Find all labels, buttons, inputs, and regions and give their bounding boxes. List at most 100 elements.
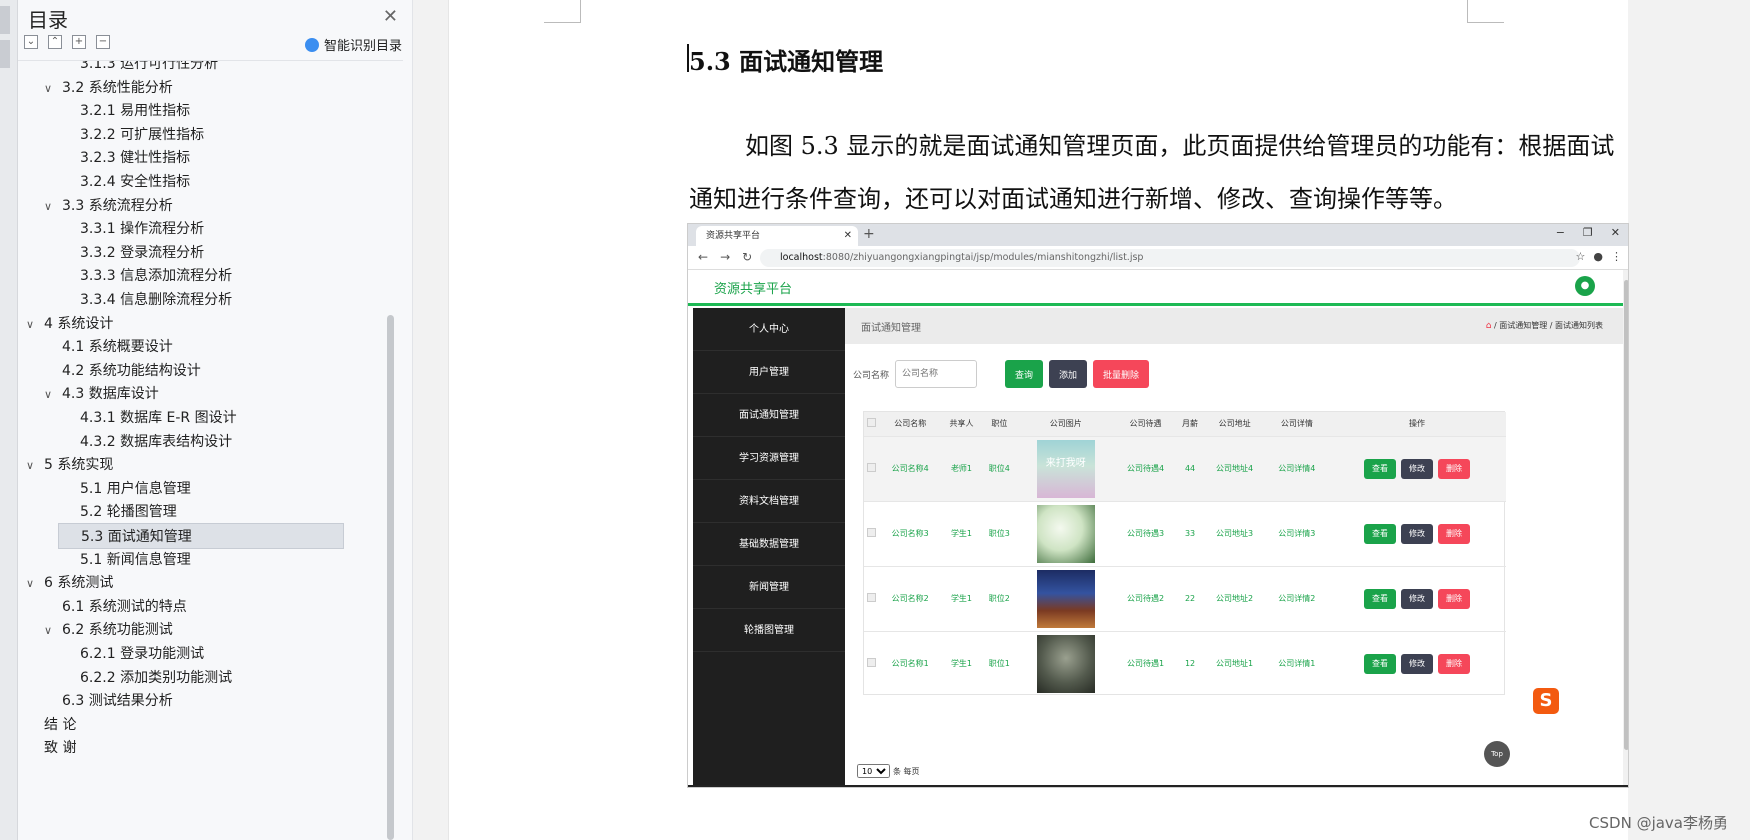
page-size-select[interactable]: 10 xyxy=(857,764,890,778)
chevron-down-icon[interactable]: ∨ xyxy=(44,618,62,644)
toc-item[interactable]: ∨ 5 系统实现 xyxy=(26,452,113,478)
batch-delete-button[interactable]: 批量删除 xyxy=(1093,360,1150,388)
toc-item[interactable]: ∨ 3.2 系统性能分析 xyxy=(44,75,173,101)
menu-icon[interactable]: ⋮ xyxy=(1611,250,1622,263)
toc-item[interactable]: 6.2.1 登录功能测试 xyxy=(62,641,204,667)
toc-item-label: 3.3.2 登录流程分析 xyxy=(80,244,205,261)
chevron-down-icon[interactable]: ∨ xyxy=(44,194,62,220)
company-name-input[interactable] xyxy=(895,360,978,388)
sidebar-item[interactable]: 新闻管理 xyxy=(693,566,845,609)
toc-item[interactable]: 6.1 系统测试的特点 xyxy=(44,594,187,620)
toc-item[interactable]: 6.2.2 添加类别功能测试 xyxy=(62,665,232,691)
forward-icon[interactable]: → xyxy=(720,250,730,264)
delete-button[interactable]: 删除 xyxy=(1437,588,1470,609)
delete-button[interactable]: 删除 xyxy=(1437,523,1470,544)
edit-button[interactable]: 修改 xyxy=(1400,653,1433,674)
sidebar-item[interactable]: 用户管理 xyxy=(693,351,845,394)
delete-button[interactable]: 删除 xyxy=(1437,458,1470,479)
edit-button[interactable]: 修改 xyxy=(1400,523,1433,544)
chevron-down-icon[interactable]: ∨ xyxy=(26,453,44,479)
rail-tab[interactable] xyxy=(0,6,10,34)
expand-all-icon[interactable]: ⌄ xyxy=(24,35,38,49)
chevron-down-icon[interactable]: ∨ xyxy=(44,76,62,102)
toc-list: 3.1.3 运行可行性分析 ∨ 3.2 系统性能分析 3.2.1 易用性指标 3.2.2… xyxy=(18,60,403,840)
row-checkbox[interactable] xyxy=(867,463,877,472)
toc-item[interactable]: ∨ 4.3 数据库设计 xyxy=(44,381,159,407)
edit-button[interactable]: 修改 xyxy=(1400,588,1433,609)
star-icon[interactable]: ☆ xyxy=(1576,250,1586,263)
close-icon[interactable]: ✕ xyxy=(844,226,852,246)
minus-icon[interactable]: − xyxy=(96,35,110,49)
toc-item[interactable]: 6.3 测试结果分析 xyxy=(44,688,173,714)
add-button[interactable]: 添加 xyxy=(1049,360,1088,388)
chevron-down-icon[interactable]: ∨ xyxy=(44,382,62,408)
toc-item[interactable]: 3.3.4 信息删除流程分析 xyxy=(62,287,232,313)
toc-item[interactable]: ∨ 4 系统设计 xyxy=(26,311,113,337)
toc-item[interactable]: 3.3.1 操作流程分析 xyxy=(62,216,204,242)
toc-item[interactable]: 5.2 轮播图管理 xyxy=(62,499,177,525)
toc-title: 目录 xyxy=(28,8,68,32)
toc-item[interactable]: 5.1 用户信息管理 xyxy=(62,476,191,502)
toc-item[interactable]: 4.1 系统概要设计 xyxy=(44,334,173,360)
sidebar-item[interactable]: 基础数据管理 xyxy=(693,523,845,566)
address-bar[interactable]: localhost:8080/zhiyuangongxiangpingtai/j… xyxy=(760,249,1580,267)
toc-scrollbar[interactable] xyxy=(387,315,394,840)
page-scrollbar[interactable] xyxy=(1623,270,1628,787)
toc-item[interactable]: 3.2.1 易用性指标 xyxy=(62,98,190,124)
back-to-top-button[interactable]: Top xyxy=(1484,741,1510,767)
toc-item[interactable]: ∨ 3.3 系统流程分析 xyxy=(44,193,173,219)
collapse-all-icon[interactable]: ⌃ xyxy=(48,35,62,49)
view-button[interactable]: 查看 xyxy=(1363,653,1396,674)
toc-item[interactable]: 致 谢 xyxy=(26,735,76,761)
new-tab-icon[interactable]: + xyxy=(863,226,875,242)
select-all-checkbox[interactable] xyxy=(867,418,877,428)
toc-item[interactable]: 3.2.2 可扩展性指标 xyxy=(62,122,204,148)
toc-item[interactable]: 4.2 系统功能结构设计 xyxy=(44,358,201,384)
chevron-down-icon[interactable]: ∨ xyxy=(26,571,44,597)
toc-item[interactable]: 5.1 新闻信息管理 xyxy=(62,547,191,573)
toc-item[interactable]: 3.2.4 安全性指标 xyxy=(62,169,190,195)
sidebar-item[interactable]: 资料文档管理 xyxy=(693,480,845,523)
table-cell: 公司地址3 xyxy=(1203,500,1266,566)
page-corner-mark xyxy=(544,0,581,23)
close-icon[interactable]: ✕ xyxy=(1611,226,1620,239)
back-icon[interactable]: ← xyxy=(698,250,708,264)
row-checkbox[interactable] xyxy=(867,658,877,668)
browser-tab[interactable]: 资源共享平台 ✕ xyxy=(696,226,858,246)
sidebar-item[interactable]: 面试通知管理 xyxy=(693,394,845,437)
toc-item[interactable]: 3.3.2 登录流程分析 xyxy=(62,240,204,266)
home-icon[interactable]: ⌂ xyxy=(1486,321,1492,331)
toc-item[interactable]: 结 论 xyxy=(26,712,76,738)
minimize-icon[interactable]: − xyxy=(1556,226,1565,239)
toc-item[interactable]: 3.2.3 健壮性指标 xyxy=(62,145,190,171)
chevron-down-icon[interactable]: ∨ xyxy=(26,312,44,338)
toc-item[interactable]: ∨ 6 系统测试 xyxy=(26,570,113,596)
toc-item[interactable]: 5.3 面试通知管理 xyxy=(58,523,344,549)
breadcrumb-bar: 面试通知管理 ⌂ / 面试通知管理 / 面试通知列表 xyxy=(845,308,1623,344)
restore-icon[interactable]: ❐ xyxy=(1583,226,1593,239)
view-button[interactable]: 查看 xyxy=(1363,458,1396,479)
sidebar-item[interactable]: 个人中心 xyxy=(693,308,845,351)
profile-icon[interactable]: ● xyxy=(1593,250,1603,263)
row-checkbox[interactable] xyxy=(867,593,877,602)
row-checkbox[interactable] xyxy=(867,528,877,537)
scrollbar-thumb[interactable] xyxy=(1624,280,1628,750)
toc-item[interactable]: 4.3.1 数据库 E-R 图设计 xyxy=(62,405,237,431)
toc-item[interactable]: 3.3.3 信息添加流程分析 xyxy=(62,263,232,289)
add-icon[interactable]: + xyxy=(72,35,86,49)
view-button[interactable]: 查看 xyxy=(1363,588,1396,609)
smart-toc-button[interactable]: 智能识别目录 xyxy=(304,35,402,54)
avatar[interactable]: ● xyxy=(1575,276,1595,296)
edit-button[interactable]: 修改 xyxy=(1400,458,1433,479)
view-button[interactable]: 查看 xyxy=(1363,523,1396,544)
toc-item[interactable]: 4.3.2 数据库表结构设计 xyxy=(62,429,232,455)
sidebar-item[interactable]: 学习资源管理 xyxy=(693,437,845,480)
query-button[interactable]: 查询 xyxy=(1005,360,1044,388)
sidebar-item[interactable]: 轮播图管理 xyxy=(693,609,845,652)
toc-item[interactable]: ∨ 6.2 系统功能测试 xyxy=(44,617,173,643)
reload-icon[interactable]: ↻ xyxy=(742,250,752,264)
close-icon[interactable]: ✕ xyxy=(383,6,398,27)
ime-icon[interactable]: S xyxy=(1533,688,1559,714)
rail-tab[interactable] xyxy=(0,40,10,68)
delete-button[interactable]: 删除 xyxy=(1437,653,1470,674)
